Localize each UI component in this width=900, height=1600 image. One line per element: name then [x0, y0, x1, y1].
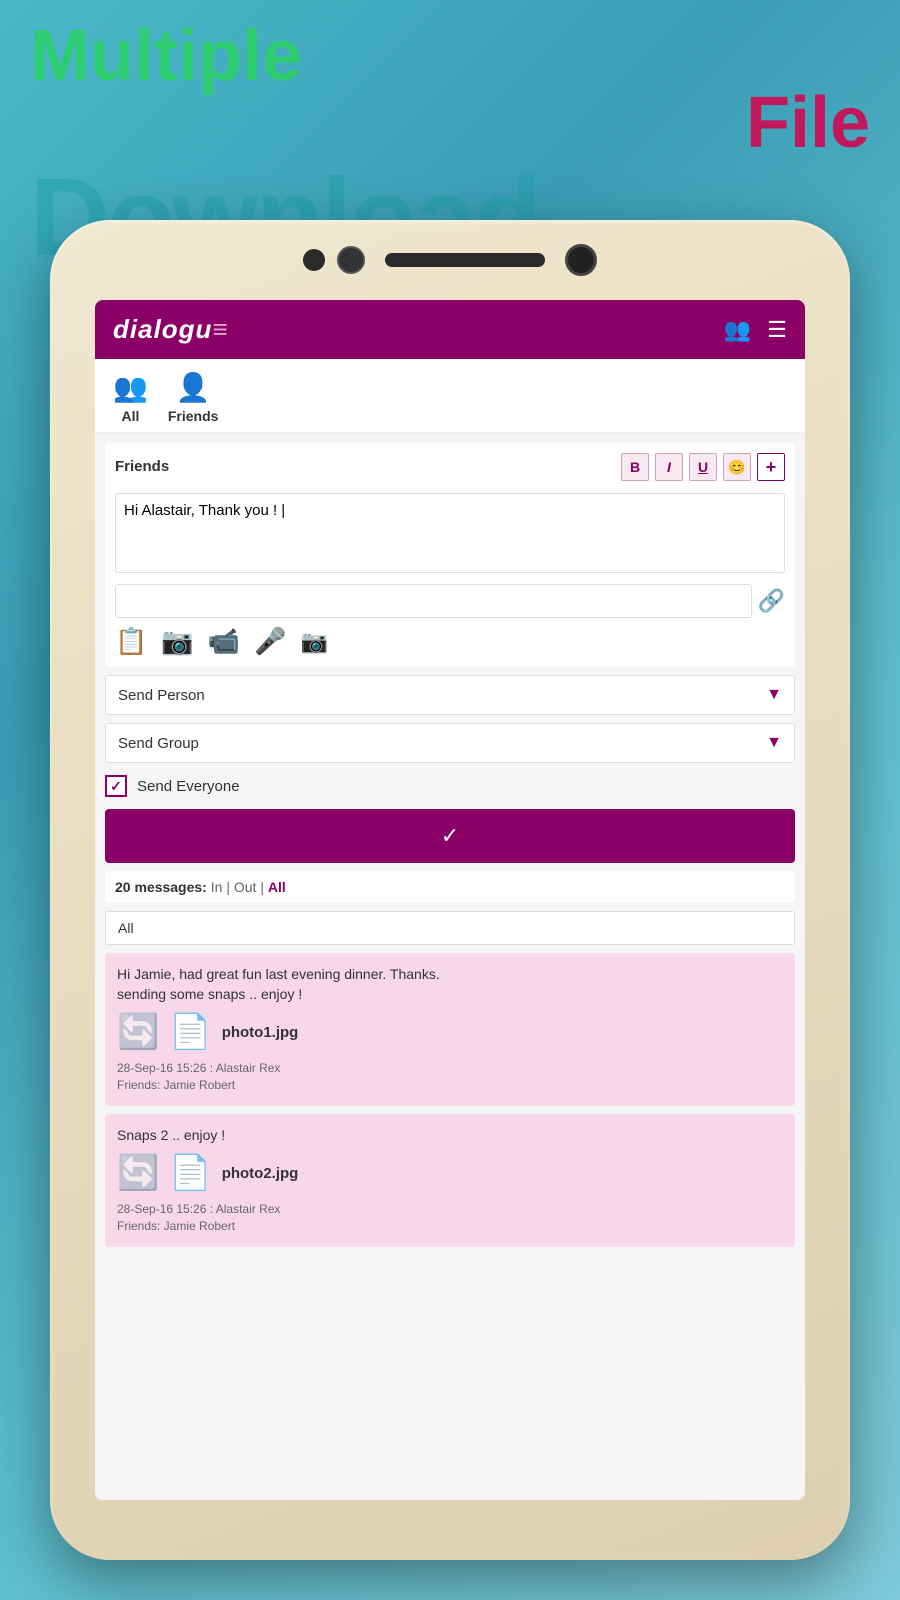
- video-icon[interactable]: 📹: [208, 626, 240, 657]
- tab-friends[interactable]: 👤 Friends: [168, 371, 219, 424]
- send-person-dropdown[interactable]: Send Person ▼: [105, 675, 795, 715]
- send-group-dropdown[interactable]: Send Group ▼: [105, 723, 795, 763]
- app-logo: dialogu≡: [113, 314, 229, 345]
- underline-button[interactable]: U: [689, 453, 717, 481]
- url-input[interactable]: [115, 584, 752, 618]
- download-icon-1[interactable]: 📄: [169, 1012, 211, 1052]
- message-meta-1: 28-Sep-16 15:26 : Alastair RexFriends: J…: [117, 1060, 783, 1094]
- tab-row: 👥 All 👤 Friends: [95, 359, 805, 433]
- compose-section: Friends B I U 😊 + Hi Alastair, Thank you…: [105, 443, 795, 667]
- send-everyone-label: Send Everyone: [137, 778, 240, 795]
- messages-count: 20 messages:: [115, 879, 207, 895]
- file-name-1: photo1.jpg: [222, 1024, 299, 1041]
- phone-shell: dialogu≡ 👥 ☰ 👥 All 👤 Friends: [50, 220, 850, 1560]
- messages-header: 20 messages: In | Out | All: [105, 871, 795, 903]
- main-content: Friends B I U 😊 + Hi Alastair, Thank you…: [95, 433, 805, 1500]
- send-group-arrow-icon: ▼: [766, 734, 782, 752]
- phone-top: [50, 220, 850, 300]
- italic-button[interactable]: I: [655, 453, 683, 481]
- friends-tab-label: Friends: [168, 408, 219, 424]
- format-toolbar: B I U 😊 +: [621, 453, 785, 481]
- all-tab-icon: 👥: [113, 371, 148, 404]
- message-text-2: Snaps 2 .. enjoy !: [117, 1126, 783, 1146]
- friends-tab-icon: 👤: [176, 371, 211, 404]
- search-text: All: [118, 920, 134, 936]
- camera-dot-left: [303, 249, 325, 271]
- send-everyone-checkbox[interactable]: ✓: [105, 775, 127, 797]
- link-icon[interactable]: 🔗: [758, 588, 785, 614]
- message-files-1: 🔄 📄 photo1.jpg: [117, 1012, 783, 1052]
- filter-all[interactable]: All: [268, 879, 286, 895]
- camera-dot-right: [565, 244, 597, 276]
- message-card-2: Snaps 2 .. enjoy ! 🔄 📄 photo2.jpg 28-Sep…: [105, 1114, 795, 1247]
- search-bar[interactable]: All: [105, 911, 795, 945]
- menu-icon[interactable]: ☰: [767, 317, 787, 343]
- message-meta-2: 28-Sep-16 15:26 : Alastair RexFriends: J…: [117, 1201, 783, 1235]
- send-button[interactable]: ✓: [105, 809, 795, 863]
- send-person-label: Send Person: [118, 687, 205, 704]
- clipboard-icon[interactable]: 📋: [115, 626, 147, 657]
- send-everyone-row: ✓ Send Everyone: [105, 771, 795, 801]
- add-format-button[interactable]: +: [757, 453, 785, 481]
- checkbox-check-icon: ✓: [110, 778, 122, 795]
- sticker-icon[interactable]: 📷: [301, 629, 328, 655]
- all-tab-label: All: [121, 408, 139, 424]
- groups-icon[interactable]: 👥: [724, 317, 751, 343]
- phone-screen: dialogu≡ 👥 ☰ 👥 All 👤 Friends: [95, 300, 805, 1500]
- send-person-arrow-icon: ▼: [766, 686, 782, 704]
- send-check-icon: ✓: [441, 823, 459, 849]
- spinner-icon-1: 🔄: [117, 1012, 159, 1052]
- filter-out[interactable]: Out: [234, 879, 260, 895]
- filter-in[interactable]: In: [211, 879, 227, 895]
- attach-row: 📋 📷 📹 🎤 📷: [115, 626, 785, 657]
- microphone-icon[interactable]: 🎤: [254, 626, 286, 657]
- message-text-1: Hi Jamie, had great fun last evening din…: [117, 965, 783, 1004]
- filter-separator-1: |: [226, 879, 230, 895]
- emoji-button[interactable]: 😊: [723, 453, 751, 481]
- download-icon-2[interactable]: 📄: [169, 1153, 211, 1193]
- camera-photo-icon[interactable]: 📷: [161, 626, 193, 657]
- message-files-2: 🔄 📄 photo2.jpg: [117, 1153, 783, 1193]
- send-group-label: Send Group: [118, 735, 199, 752]
- url-row: 🔗: [115, 584, 785, 618]
- header-icons: 👥 ☰: [724, 317, 787, 343]
- filter-separator-2: |: [260, 879, 264, 895]
- tab-all[interactable]: 👥 All: [113, 371, 148, 424]
- speaker-bar: [385, 253, 545, 267]
- app-header: dialogu≡ 👥 ☰: [95, 300, 805, 359]
- section-label: Friends: [115, 458, 169, 475]
- camera-group: [303, 246, 365, 274]
- bold-button[interactable]: B: [621, 453, 649, 481]
- camera-dot-front: [337, 246, 365, 274]
- spinner-icon-2: 🔄: [117, 1153, 159, 1193]
- message-input[interactable]: Hi Alastair, Thank you ! |: [115, 493, 785, 573]
- file-name-2: photo2.jpg: [222, 1165, 299, 1182]
- message-card-1: Hi Jamie, had great fun last evening din…: [105, 953, 795, 1106]
